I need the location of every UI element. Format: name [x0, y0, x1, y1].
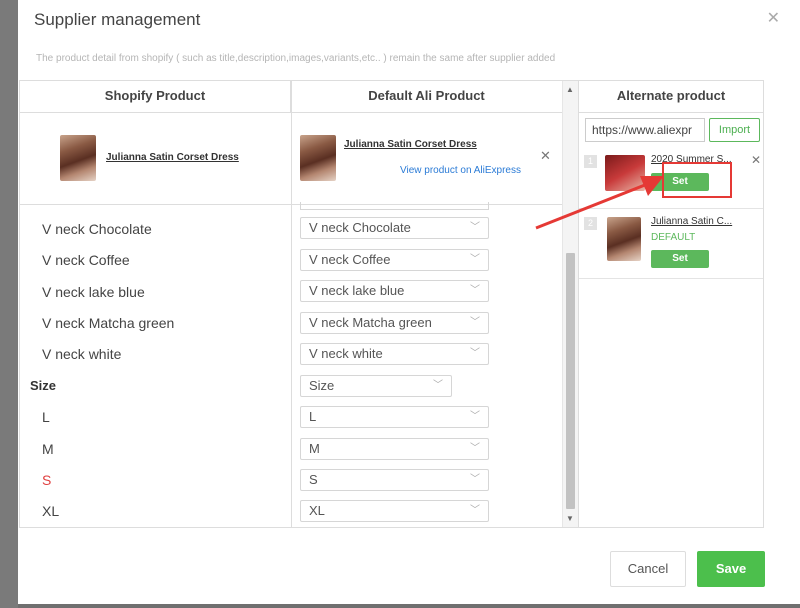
- close-icon[interactable]: ✕: [767, 8, 780, 28]
- size-select[interactable]: M ﹀: [300, 438, 489, 460]
- set-button[interactable]: Set: [651, 250, 709, 268]
- cancel-button[interactable]: Cancel: [610, 551, 686, 587]
- variant-select-value: V neck Matcha green: [309, 315, 432, 330]
- size-select-value: S: [309, 472, 318, 487]
- option-group-label: Size: [30, 378, 57, 393]
- chevron-down-icon: ﹀: [470, 317, 480, 328]
- variant-label: V neck Matcha green: [42, 315, 175, 331]
- scrollbar-thumb[interactable]: [566, 253, 575, 509]
- size-select-value: L: [309, 409, 317, 424]
- alternate-product-panel: Alternate product https://www.aliexpr Im…: [578, 80, 764, 528]
- chevron-down-icon: ﹀: [470, 254, 480, 265]
- ali-product-link[interactable]: Julianna Satin Corset Dress: [344, 139, 477, 150]
- item-number-badge: 1: [584, 155, 597, 168]
- variant-select[interactable]: V neck Chocolate ﹀: [300, 217, 489, 239]
- variant-select[interactable]: V neck white ﹀: [300, 343, 489, 365]
- page-backdrop: [0, 0, 18, 608]
- import-button[interactable]: Import: [709, 118, 760, 142]
- alternate-product-thumbnail: [605, 155, 645, 191]
- size-label: XL: [42, 503, 60, 519]
- variant-label: V neck white: [42, 346, 122, 362]
- modal-title: Supplier management: [34, 10, 201, 29]
- alternate-product-name[interactable]: Julianna Satin C...: [651, 216, 743, 227]
- scroll-down-arrow-icon[interactable]: ▼: [566, 514, 574, 523]
- close-icon[interactable]: ✕: [540, 148, 551, 164]
- variant-mapping-table: Shopify Product Default Ali Product Juli…: [19, 80, 579, 528]
- chevron-down-icon: ﹀: [470, 285, 480, 296]
- variant-select-value: V neck Chocolate: [309, 220, 411, 235]
- chevron-down-icon: ﹀: [470, 443, 480, 454]
- chevron-down-icon: ﹀: [470, 474, 480, 485]
- size-select[interactable]: S ﹀: [300, 469, 489, 491]
- chevron-down-icon: ﹀: [470, 348, 480, 359]
- variant-label: V neck Chocolate: [42, 221, 152, 237]
- alternate-product-header: Alternate product: [579, 81, 763, 113]
- ali-product-thumbnail: [300, 135, 336, 181]
- column-header-ali: Default Ali Product: [291, 81, 562, 113]
- item-number-badge: 2: [584, 217, 597, 230]
- column-header-shopify: Shopify Product: [20, 81, 291, 113]
- variant-select[interactable]: V neck Matcha green ﹀: [300, 312, 489, 334]
- chevron-down-icon: ﹀: [470, 411, 480, 422]
- size-select-value: XL: [309, 503, 325, 518]
- size-label: M: [42, 441, 54, 457]
- view-on-aliexpress-link[interactable]: View product on AliExpress: [400, 165, 521, 176]
- select-box: [300, 202, 489, 210]
- save-button[interactable]: Save: [697, 551, 765, 587]
- product-url-input[interactable]: https://www.aliexpr: [585, 118, 705, 142]
- variant-select-value: V neck white: [309, 346, 383, 361]
- scroll-up-arrow-icon[interactable]: ▲: [566, 85, 574, 94]
- chevron-down-icon: ﹀: [470, 505, 480, 516]
- chevron-down-icon: ﹀: [433, 380, 443, 391]
- shopify-product-link[interactable]: Julianna Satin Corset Dress: [106, 152, 239, 163]
- alternate-product-item: 2 Julianna Satin C... DEFAULT Set: [579, 211, 763, 279]
- option-group-select-value: Size: [309, 378, 335, 393]
- size-select-value: M: [309, 441, 320, 456]
- alternate-product-thumbnail: [607, 217, 641, 261]
- variant-select[interactable]: V neck Coffee ﹀: [300, 249, 489, 271]
- size-label: S: [42, 472, 52, 488]
- variant-label: V neck Coffee: [42, 252, 130, 268]
- size-label: L: [42, 409, 50, 425]
- close-icon[interactable]: ✕: [751, 153, 761, 167]
- variant-select-value: V neck lake blue: [309, 283, 405, 298]
- modal-subtitle: The product detail from shopify ( such a…: [36, 53, 556, 64]
- shopify-product-thumbnail: [60, 135, 96, 181]
- highlight-box: [662, 162, 732, 198]
- chevron-down-icon: ﹀: [470, 222, 480, 233]
- table-scrollbar[interactable]: ▲ ▼: [562, 81, 578, 527]
- option-group-select[interactable]: Size ﹀: [300, 375, 452, 397]
- size-select[interactable]: XL ﹀: [300, 500, 489, 522]
- product-row: Julianna Satin Corset Dress Julianna Sat…: [20, 113, 562, 205]
- variant-label: V neck lake blue: [42, 284, 145, 300]
- variant-select-value: V neck Coffee: [309, 252, 391, 267]
- size-select[interactable]: L ﹀: [300, 406, 489, 428]
- variant-select[interactable]: V neck lake blue ﹀: [300, 280, 489, 302]
- default-badge: DEFAULT: [651, 232, 696, 243]
